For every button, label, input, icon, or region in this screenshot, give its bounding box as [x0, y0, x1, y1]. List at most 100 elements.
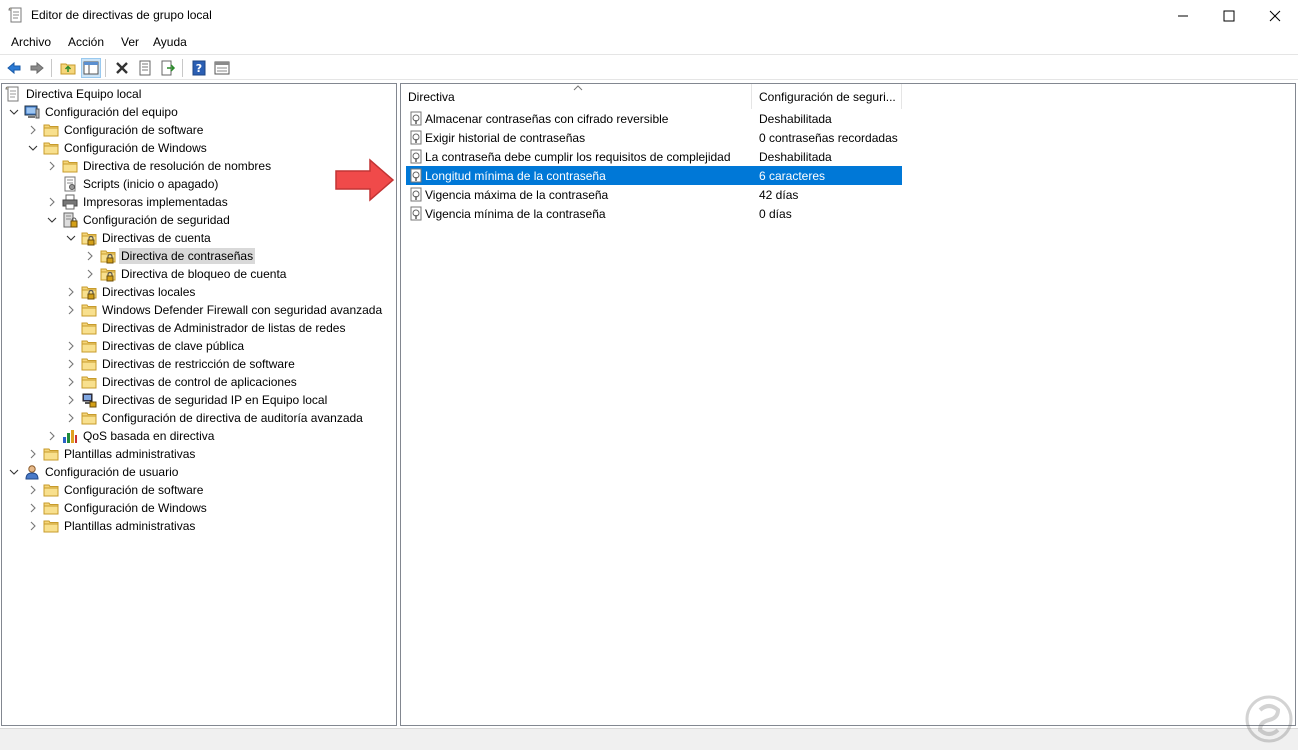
up-level-button[interactable]	[58, 58, 78, 78]
policy-row[interactable]: Vigencia máxima de la contraseña 42 días	[406, 185, 902, 204]
policy-setting-icon	[409, 206, 424, 221]
tree-node-label: Directivas de clave pública	[102, 339, 245, 353]
tree-node[interactable]: Directiva de bloqueo de cuenta	[85, 265, 288, 283]
menu-ver[interactable]: Ver	[121, 35, 139, 49]
tree-node[interactable]: Configuración de usuario	[9, 463, 180, 481]
policy-row[interactable]: La contraseña debe cumplir los requisito…	[406, 147, 902, 166]
tree-node[interactable]: Plantillas administrativas	[28, 445, 197, 463]
tree-node[interactable]: Configuración del equipo	[9, 103, 180, 121]
policy-row[interactable]: Vigencia mínima de la contraseña 0 días	[406, 204, 902, 223]
tree-node[interactable]: Configuración de Windows	[28, 139, 209, 157]
toolbar-separator	[51, 59, 52, 77]
policy-name: Exigir historial de contraseñas	[425, 131, 586, 145]
tree-node-label: Configuración de seguridad	[83, 213, 230, 227]
tree-node-label: Directivas de cuenta	[102, 231, 211, 245]
menu-archivo[interactable]: Archivo	[11, 35, 51, 49]
policy-row[interactable]: Exigir historial de contraseñas 0 contras…	[406, 128, 902, 147]
maximize-button[interactable]	[1206, 0, 1252, 31]
tree-node[interactable]: Directivas de restricción de software	[66, 355, 297, 373]
chevron-right-icon[interactable]	[28, 449, 38, 459]
policy-value: 0 contraseñas recordadas	[759, 131, 898, 145]
tree-node[interactable]: Configuración de directiva de auditoría …	[66, 409, 365, 427]
chevron-right-icon[interactable]	[28, 125, 38, 135]
menu-accion[interactable]: Acción	[68, 35, 104, 49]
tree-node-label: Directiva de contraseñas	[119, 248, 256, 264]
tree-node[interactable]: Configuración de software	[28, 121, 205, 139]
tree-node[interactable]: Directiva de resolución de nombres	[47, 157, 273, 175]
tree-node-label: Impresoras implementadas	[83, 195, 228, 209]
tree-node[interactable]: Scripts (inicio o apagado)	[47, 175, 220, 193]
chevron-right-icon[interactable]	[66, 359, 76, 369]
tree-node[interactable]: Configuración de seguridad	[47, 211, 232, 229]
tree-node[interactable]: Plantillas administrativas	[28, 517, 197, 535]
export-list-button[interactable]	[158, 58, 178, 78]
back-arrow-icon	[7, 61, 21, 75]
chevron-down-icon[interactable]	[66, 233, 76, 243]
tree-node[interactable]: Directiva Equipo local	[5, 85, 143, 103]
menu-ayuda[interactable]: Ayuda	[153, 35, 187, 49]
chevron-right-icon[interactable]	[47, 161, 57, 171]
chevron-down-icon[interactable]	[9, 467, 19, 477]
toolbar-separator	[182, 59, 183, 77]
chevron-right-icon[interactable]	[66, 287, 76, 297]
policy-name: Longitud mínima de la contraseña	[425, 169, 606, 183]
properties-button[interactable]	[135, 58, 155, 78]
chevron-right-icon[interactable]	[85, 269, 95, 279]
chevron-down-icon[interactable]	[9, 107, 19, 117]
tree-node[interactable]: QoS basada en directiva	[47, 427, 216, 445]
show-hide-tree-button[interactable]	[81, 58, 101, 78]
policy-scroll-icon	[5, 86, 21, 102]
tree-node[interactable]: Directivas locales	[66, 283, 197, 301]
tree-node-label: Directivas de control de aplicaciones	[102, 375, 297, 389]
lock-folder-icon	[100, 248, 116, 264]
chevron-right-icon[interactable]	[28, 521, 38, 531]
policy-value: 6 caracteres	[759, 169, 826, 183]
policy-row[interactable]: Longitud mínima de la contraseña 6 caract…	[406, 166, 902, 185]
forward-button[interactable]	[27, 58, 47, 78]
tree-node[interactable]: Directivas de Administrador de listas de…	[66, 319, 347, 337]
folder-icon	[43, 500, 59, 516]
help-icon: ?	[192, 60, 206, 76]
tree-node[interactable]: Directivas de seguridad IP en Equipo loc…	[66, 391, 329, 409]
security-icon	[62, 212, 78, 228]
tree-node-label: Configuración del equipo	[45, 105, 178, 119]
policy-name: Vigencia mínima de la contraseña	[425, 207, 606, 221]
policy-row[interactable]: Almacenar contraseñas con cifrado revers…	[406, 109, 902, 128]
close-button[interactable]	[1252, 0, 1298, 31]
chevron-right-icon[interactable]	[47, 197, 57, 207]
view-button[interactable]	[212, 58, 232, 78]
tree-node[interactable]: Configuración de Windows	[28, 499, 209, 517]
column-header-configuracion[interactable]: Configuración de seguri...	[752, 84, 902, 109]
properties-icon	[139, 60, 151, 76]
chevron-down-icon[interactable]	[28, 143, 38, 153]
tree-node-label: Configuración de directiva de auditoría …	[102, 411, 363, 425]
tree-node[interactable]: Windows Defender Firewall con seguridad …	[66, 301, 384, 319]
folder-icon	[43, 518, 59, 534]
title-bar: Editor de directivas de grupo local	[0, 0, 1298, 31]
tree-node[interactable]: Directivas de cuenta	[66, 229, 213, 247]
policy-value: 42 días	[759, 188, 799, 202]
delete-button[interactable]	[112, 58, 132, 78]
tree-node[interactable]: Configuración de software	[28, 481, 205, 499]
chevron-right-icon[interactable]	[85, 251, 95, 261]
tree-node[interactable]: Impresoras implementadas	[47, 193, 230, 211]
chevron-right-icon[interactable]	[28, 485, 38, 495]
minimize-button[interactable]	[1160, 0, 1206, 31]
back-button[interactable]	[4, 58, 24, 78]
policy-list[interactable]: Directiva Configuración de seguri... Alm…	[400, 83, 1296, 726]
tree-node[interactable]: Directivas de control de aplicaciones	[66, 373, 299, 391]
tree-node[interactable]: Directivas de clave pública	[66, 337, 246, 355]
chevron-right-icon[interactable]	[66, 395, 76, 405]
tree-node-label: Windows Defender Firewall con seguridad …	[102, 303, 383, 317]
folder-icon	[43, 122, 59, 138]
chevron-right-icon[interactable]	[66, 305, 76, 315]
chevron-right-icon[interactable]	[66, 377, 76, 387]
chevron-right-icon[interactable]	[28, 503, 38, 513]
chevron-right-icon[interactable]	[66, 413, 76, 423]
chevron-right-icon[interactable]	[47, 431, 57, 441]
tree-node[interactable]: Directiva de contraseñas	[85, 247, 256, 265]
chevron-down-icon[interactable]	[47, 215, 57, 225]
help-button[interactable]: ?	[189, 58, 209, 78]
chevron-right-icon[interactable]	[66, 341, 76, 351]
svg-text:?: ?	[196, 62, 202, 75]
